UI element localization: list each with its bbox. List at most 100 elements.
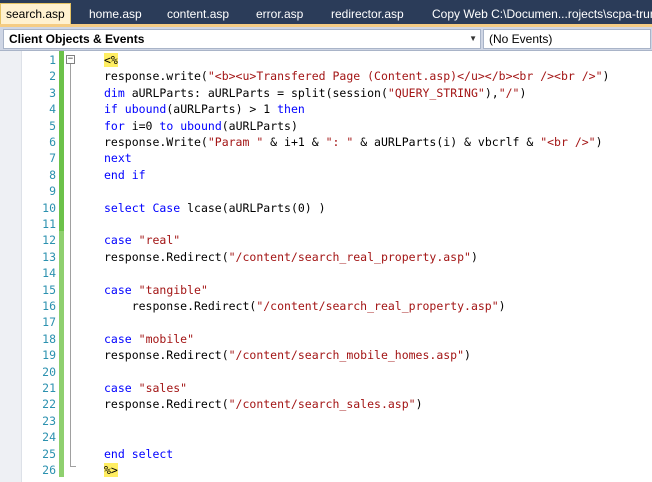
code-token: ) [415,397,423,412]
tab-redirector-asp[interactable]: redirector.asp [331,4,404,24]
client-objects-dropdown-label: Client Objects & Events [9,32,145,46]
code-line[interactable]: 19 response.Redirect("/content/search_mob… [0,347,652,363]
code-token: ) [498,299,506,313]
code-text: response.Redirect("/content/search_sales… [104,396,423,412]
keyword-token: dim [104,85,125,100]
line-number: 12 [42,233,56,248]
code-editor[interactable]: − 1 <% 2 response.write("<b><u>Transfered P… [0,51,652,482]
events-dropdown[interactable]: (No Events) [483,29,651,49]
line-number: 7 [49,151,56,166]
string-token: "<br />" [540,135,596,149]
code-token: ) [602,69,610,84]
chevron-down-icon: ▼ [469,34,477,43]
code-token: (aURLParts) [221,118,298,133]
code-line[interactable]: 8 end if [0,167,652,183]
code-text: case "mobile" [104,331,194,347]
line-number: 20 [42,364,56,379]
line-number: 14 [42,266,56,281]
code-text: response.Write("Param " & i+1 & ": " & a… [104,134,603,150]
tab-copy-web[interactable]: Copy Web C:\Documen...rojects\scpa-trunk… [432,4,652,24]
code-line[interactable]: 2 response.write("<b><u>Transfered Page (… [0,68,652,84]
code-line[interactable]: 5 for i=0 to ubound(aURLParts) [0,118,652,134]
code-token: response.Redirect( [104,299,257,313]
line-number: 1 [49,53,56,67]
code-token: i=0 [124,118,160,133]
keyword-token: select Case [104,200,181,215]
code-line[interactable]: 17 [0,314,652,330]
code-line[interactable]: 12 case "real" [0,232,652,248]
code-text: end select [104,446,173,462]
keyword-token: end if [104,167,146,182]
code-line[interactable]: 24 [0,429,652,445]
code-line[interactable]: 4 if ubound(aURLParts) > 1 then [0,101,652,117]
keyword-token: then [277,102,305,117]
code-line[interactable]: 23 [0,413,652,429]
keyword-token: end select [104,446,174,461]
tab-search-asp[interactable]: search.asp [0,3,71,24]
code-text: response.Redirect("/content/search_real_… [104,298,506,314]
tab-content-asp[interactable]: content.asp [167,4,229,24]
line-number: 10 [42,200,56,215]
string-token: "mobile" [138,331,195,346]
code-token: response.Write( [104,135,208,149]
line-number: 15 [42,282,56,297]
line-number: 11 [42,217,56,231]
document-tab-strip: search.asp home.asp content.asp error.as… [0,0,652,27]
code-line[interactable]: 11 [0,216,652,232]
asp-delimiter-token: %> [104,463,118,477]
code-token: & i+1 & [263,135,326,149]
keyword-token: case [104,233,132,248]
line-number: 4 [49,102,56,117]
navigation-bar: Client Objects & Events ▼ (No Events) [0,27,652,51]
client-objects-dropdown[interactable]: Client Objects & Events ▼ [3,29,481,49]
code-line[interactable]: 1 <% [0,52,652,68]
code-text: case "real" [104,232,180,248]
code-token: ) [595,135,603,149]
line-number: 22 [42,397,56,412]
keyword-token: case [104,381,132,395]
code-line[interactable]: 16 response.Redirect("/content/search_re… [0,298,652,314]
line-number: 21 [42,381,56,395]
code-line[interactable]: 20 [0,364,652,380]
code-line[interactable]: 10 select Case lcase(aURLParts(0) ) [0,200,652,216]
code-text: response.Redirect("/content/search_mobil… [104,347,471,363]
keyword-token: next [104,151,132,166]
tab-home-asp[interactable]: home.asp [89,4,142,24]
line-number: 19 [42,348,56,363]
code-line[interactable]: 25 end select [0,446,652,462]
string-token: "QUERY_STRING" [387,85,485,100]
code-line[interactable]: 9 [0,183,652,199]
code-line[interactable]: 13 response.Redirect("/content/search_rea… [0,249,652,265]
string-token: "/content/search_real_property.asp" [228,249,471,264]
code-line[interactable]: 26 %> [0,462,652,478]
code-line[interactable]: 7 next [0,150,652,166]
code-text: dim aURLParts: aURLParts = split(session… [104,85,526,101]
code-token: ) [470,249,478,264]
code-line[interactable]: 18 case "mobile" [0,331,652,347]
line-number: 8 [49,167,56,182]
asp-delimiter-token: <% [104,53,118,67]
code-token: ), [484,85,499,100]
code-text: <% [104,52,118,68]
line-number: 9 [49,184,56,199]
keyword-token: if [104,102,118,117]
line-number: 23 [42,413,56,428]
code-line[interactable]: 21 case "sales" [0,380,652,396]
line-number: 6 [49,135,56,149]
code-line[interactable]: 3 dim aURLParts: aURLParts = split(sessio… [0,85,652,101]
code-token: ) [464,348,471,363]
code-text: select Case lcase(aURLParts(0) ) [104,200,326,216]
code-line[interactable]: 14 [0,265,652,281]
code-line[interactable]: 22 response.Redirect("/content/search_sal… [0,396,652,412]
tab-error-asp[interactable]: error.asp [256,4,303,24]
code-text: case "tangible" [104,282,208,298]
line-number: 3 [49,85,56,100]
code-line[interactable]: 15 case "tangible" [0,282,652,298]
code-line[interactable]: 6 response.Write("Param " & i+1 & ": " & … [0,134,652,150]
keyword-token: ubound [180,118,222,133]
code-token: response.write( [104,69,208,84]
string-token: "/content/search_mobile_homes.asp" [228,348,465,363]
line-number: 17 [42,315,56,330]
